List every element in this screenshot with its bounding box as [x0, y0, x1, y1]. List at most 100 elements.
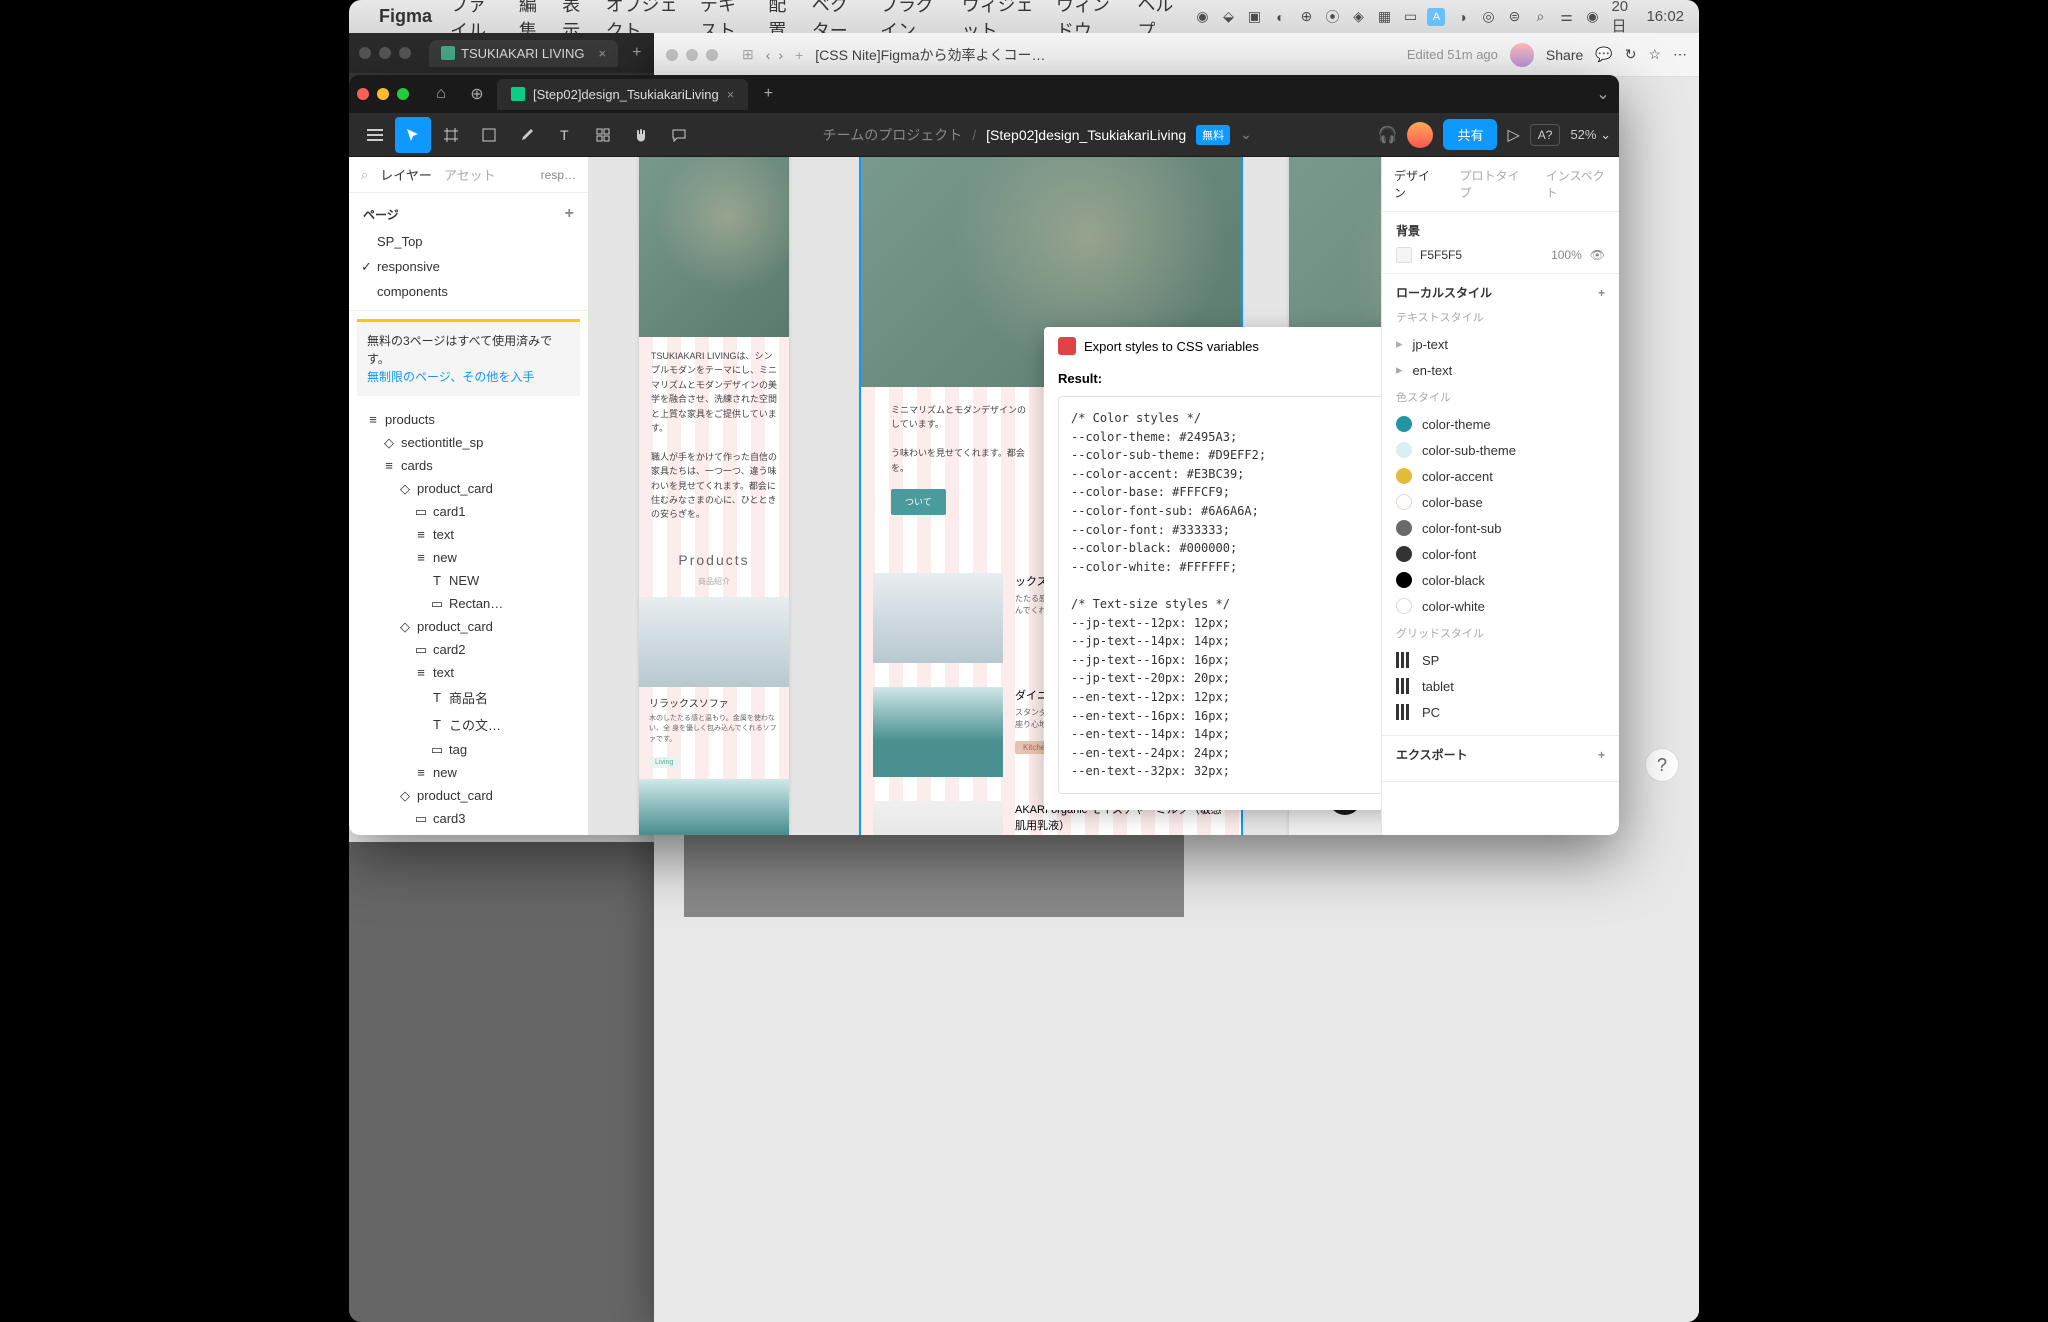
status-icon[interactable]: ▦ [1375, 8, 1393, 26]
tab-inspect[interactable]: インスペクト [1534, 157, 1619, 211]
color-style[interactable]: color-accent [1396, 463, 1605, 489]
move-tool[interactable] [395, 117, 431, 153]
text-style[interactable]: ▸jp-text [1396, 331, 1605, 357]
frame-tool[interactable] [433, 117, 469, 153]
layer-frame[interactable]: ≡new [349, 761, 588, 784]
resources-tool[interactable] [585, 117, 621, 153]
bg-opacity[interactable]: 100% [1551, 248, 1582, 262]
color-style[interactable]: color-font [1396, 541, 1605, 567]
window-controls[interactable] [359, 47, 411, 59]
headphones-icon[interactable]: 🎧 [1378, 125, 1398, 145]
color-style[interactable]: color-font-sub [1396, 515, 1605, 541]
comment-icon[interactable]: 💬 [1595, 46, 1612, 63]
color-style[interactable]: color-black [1396, 567, 1605, 593]
status-icon[interactable]: ⊕ [1297, 8, 1315, 26]
add-button[interactable]: + [795, 47, 803, 63]
layer-frame[interactable]: ≡new [349, 546, 588, 569]
chevron-down-icon[interactable]: ⌄ [1587, 78, 1619, 110]
status-icon[interactable]: ▣ [1245, 8, 1263, 26]
avatar[interactable] [1407, 122, 1433, 148]
main-menu-button[interactable] [357, 117, 393, 153]
sidebar-toggle-icon[interactable]: ⊞ [742, 46, 754, 63]
status-icon[interactable]: ⬙ [1219, 8, 1237, 26]
add-export-button[interactable]: + [1598, 748, 1605, 762]
window-controls[interactable] [666, 49, 718, 61]
about-button[interactable]: ついて [891, 489, 946, 515]
status-icon[interactable]: ◐ [1271, 8, 1289, 26]
star-icon[interactable]: ☆ [1648, 46, 1661, 63]
dev-mode-button[interactable]: A? [1530, 124, 1561, 146]
hand-tool[interactable] [623, 117, 659, 153]
community-icon[interactable]: ⊕ [461, 78, 493, 110]
tab-prototype[interactable]: プロトタイプ [1447, 157, 1533, 211]
text-style[interactable]: ▸en-text [1396, 357, 1605, 383]
layer-frame[interactable]: ▭card3 [349, 807, 588, 830]
file-name[interactable]: [Step02]design_TsukiakariLiving [986, 127, 1186, 143]
ime-icon[interactable]: A [1427, 8, 1445, 26]
frame-sp[interactable]: TSUKIAKARI LIVINGは、シンプルモダンをテーマにし、ミニマリズムと… [639, 157, 789, 835]
search-icon[interactable]: ⌕ [361, 167, 368, 183]
layer-frame[interactable]: ▭card1 [349, 500, 588, 523]
tab-assets[interactable]: アセット [444, 165, 496, 184]
layer-text[interactable]: Tこの文… [349, 711, 588, 738]
add-style-button[interactable]: + [1598, 286, 1605, 300]
layer-frame[interactable]: ≡cards [349, 454, 588, 477]
present-icon[interactable]: ▷ [1507, 125, 1519, 145]
layer-frame[interactable]: ▭card2 [349, 638, 588, 661]
forward-button[interactable]: › [778, 47, 783, 63]
siri-icon[interactable]: ◉ [1583, 8, 1601, 26]
app-name[interactable]: Figma [379, 6, 432, 27]
bg-hex[interactable]: F5F5F5 [1420, 248, 1462, 262]
layer-frame[interactable]: ≡products [349, 408, 588, 431]
layer-frame[interactable]: ≡text [349, 830, 588, 835]
page-item[interactable]: components [349, 279, 588, 304]
layer-rect[interactable]: ▭Rectan… [349, 592, 588, 615]
project-name[interactable]: チームのプロジェクト [823, 125, 963, 145]
bg-swatch[interactable] [1396, 247, 1412, 263]
search-icon[interactable]: ⌕ [1531, 8, 1549, 26]
layer-text[interactable]: T商品名 [349, 684, 588, 711]
file-tab[interactable]: [Step02]design_TsukiakariLiving × [497, 79, 748, 110]
text-tool[interactable]: T [547, 117, 583, 153]
layer-component[interactable]: ◇product_card [349, 615, 588, 638]
tab-design[interactable]: デザイン [1382, 157, 1447, 211]
figma-canvas[interactable]: TSUKIAKARI LIVINGは、シンプルモダンをテーマにし、ミニマリズムと… [589, 157, 1381, 835]
grid-style[interactable]: PC [1396, 699, 1605, 725]
wifi-icon[interactable]: ⊜ [1505, 8, 1523, 26]
chevron-down-icon[interactable]: ⌄ [1240, 126, 1252, 143]
color-style[interactable]: color-base [1396, 489, 1605, 515]
pen-tool[interactable] [509, 117, 545, 153]
history-icon[interactable]: ↻ [1625, 46, 1637, 63]
visibility-icon[interactable]: 👁 [1590, 248, 1605, 262]
color-style[interactable]: color-theme [1396, 411, 1605, 437]
status-icon[interactable]: ◉ [1193, 8, 1211, 26]
status-icon[interactable]: ◎ [1479, 8, 1497, 26]
add-page-button[interactable]: + [565, 205, 574, 223]
color-style[interactable]: color-sub-theme [1396, 437, 1605, 463]
status-icon[interactable]: ▭ [1401, 8, 1419, 26]
css-output[interactable]: /* Color styles */ --color-theme: #2495A… [1058, 396, 1381, 794]
avatar[interactable] [1510, 43, 1534, 67]
status-icon[interactable]: ◑ [1453, 8, 1471, 26]
browser-tab[interactable]: TSUKIAKARI LIVING × [429, 40, 618, 67]
page-item[interactable]: responsive [349, 254, 588, 279]
layer-component[interactable]: ◇sectiontitle_sp [349, 431, 588, 454]
tab-layers[interactable]: レイヤー [380, 165, 432, 184]
zoom-level[interactable]: 52% ⌄ [1570, 127, 1611, 143]
share-button[interactable]: Share [1546, 47, 1583, 63]
page-dropdown[interactable]: resp… [541, 168, 576, 182]
page-item[interactable]: SP_Top [349, 229, 588, 254]
menubar-time[interactable]: 16:02 [1646, 8, 1684, 25]
share-button[interactable]: 共有 [1443, 119, 1497, 150]
new-tab-button[interactable]: + [632, 44, 641, 62]
comment-tool[interactable] [661, 117, 697, 153]
close-tab-icon[interactable]: × [599, 46, 607, 61]
layer-text[interactable]: TNEW [349, 569, 588, 592]
shape-tool[interactable] [471, 117, 507, 153]
help-button[interactable]: ? [1645, 748, 1679, 782]
layer-component[interactable]: ◇product_card [349, 477, 588, 500]
color-style[interactable]: color-white [1396, 593, 1605, 619]
home-icon[interactable]: ⌂ [425, 78, 457, 110]
more-icon[interactable]: ⋯ [1673, 46, 1687, 63]
upgrade-link[interactable]: 無制限のページ、その他を入手 [367, 370, 534, 384]
